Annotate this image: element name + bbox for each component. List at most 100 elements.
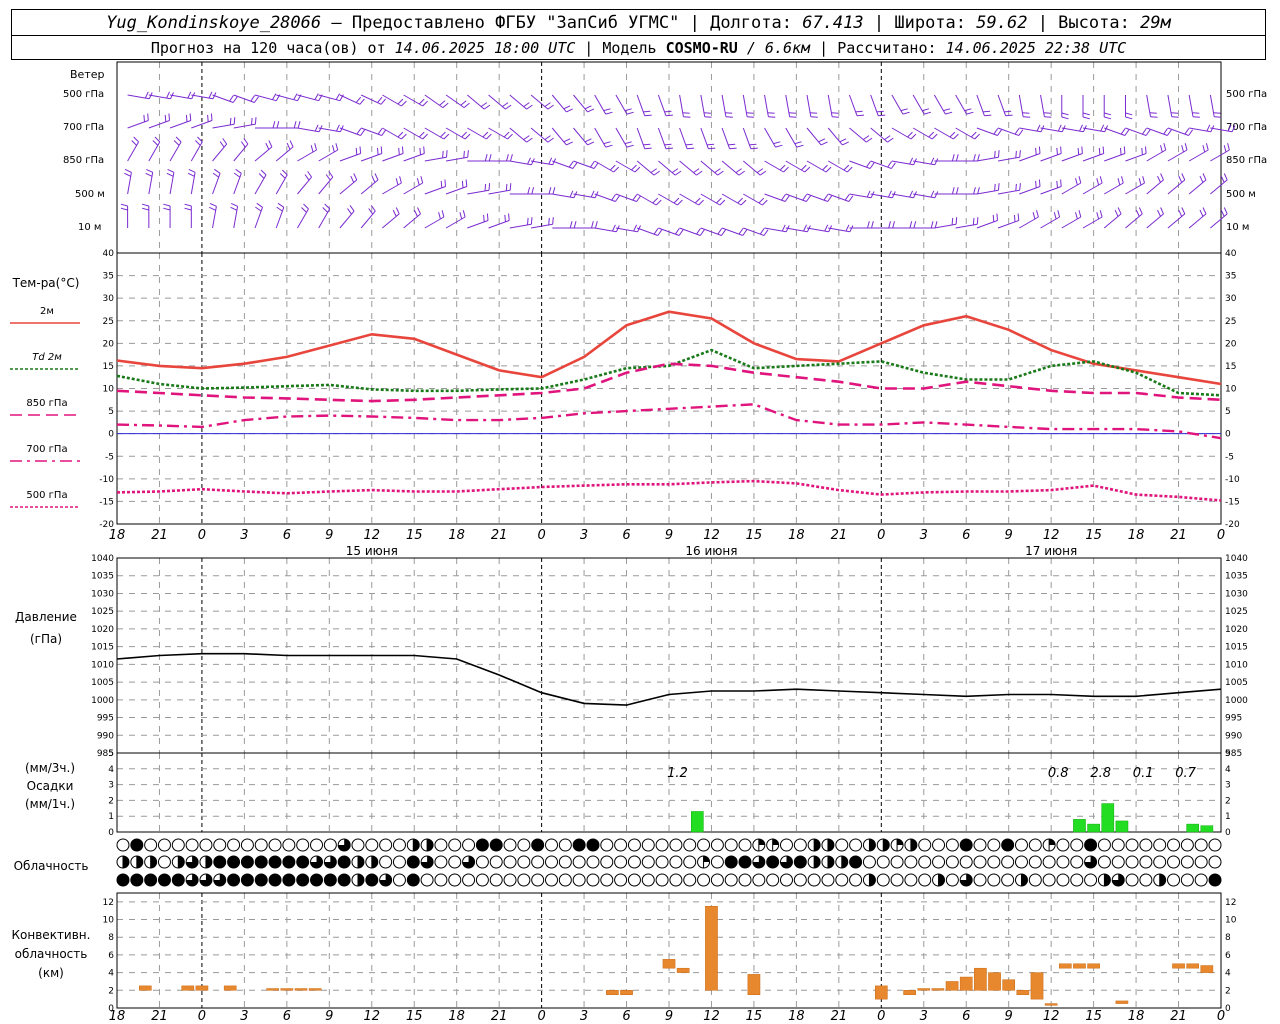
cloud-symbol-fill (794, 856, 807, 868)
wind-barb-staff (1019, 216, 1039, 229)
wind-barb-staff (721, 193, 742, 206)
cloud-symbol (1056, 873, 1070, 887)
wind-barb-feather (1004, 110, 1012, 113)
wind-barb-staff (1061, 216, 1082, 229)
temp-tick-label-right: 20 (1225, 339, 1237, 349)
cloud-symbol-fill (490, 839, 503, 851)
wind-barb-staff (1210, 179, 1228, 195)
wind-barb-feather (1163, 128, 1169, 135)
wind-barb-feather (1056, 147, 1058, 155)
wind-barb-feather (548, 217, 550, 225)
pressure-tick-label-right: 995 (1225, 714, 1242, 724)
wind-barb-feather (265, 142, 270, 150)
cloud-symbol (973, 855, 987, 869)
wind-barb-feather (1157, 175, 1161, 183)
wind-barb-feather (322, 207, 329, 213)
temp-tick-label-right: 30 (1225, 294, 1237, 304)
wind-barb-feather (587, 141, 595, 146)
conv-tick-label-right: 6 (1225, 951, 1231, 961)
wind-barb-feather (1077, 147, 1080, 155)
wind-barb-staff (1146, 213, 1164, 229)
wind-barb-feather (1018, 129, 1024, 136)
cloud-symbol-fill (739, 856, 752, 868)
wind-barb-feather (876, 110, 884, 113)
cloud-symbol-fill (296, 874, 309, 886)
wind-barb-staff (466, 94, 485, 110)
wind-barb-feather (964, 108, 972, 112)
cloud-symbol (945, 873, 959, 887)
wind-barb-staff (1146, 149, 1166, 162)
time-tick-label: 12 (1043, 528, 1060, 543)
convective-bar (988, 972, 1001, 991)
wind-barb-feather (461, 180, 464, 188)
wind-barb-feather (258, 173, 265, 179)
cloud-symbol-fill (869, 874, 876, 886)
cloud-symbol (572, 855, 586, 869)
cloud-symbol (1111, 838, 1125, 852)
wind-barb-feather (1035, 147, 1037, 155)
wind-barb-feather (1141, 128, 1147, 135)
wind-barb-feather (970, 131, 977, 138)
wind-barb-staff (934, 223, 957, 229)
wind-barb-staff (530, 127, 549, 143)
cloud-symbol (904, 873, 918, 887)
wind-barb-staff (488, 94, 506, 110)
wind-barb-feather (977, 187, 980, 195)
wind-barb-feather (951, 187, 955, 195)
cloud-symbol (462, 873, 476, 887)
wind-barb-staff (1103, 213, 1122, 229)
wind-barb-feather (699, 229, 705, 236)
wind-barb-feather (1100, 124, 1105, 132)
wind-barb-feather (804, 166, 811, 173)
wind-barb-feather (758, 197, 765, 204)
wind-barb-feather (665, 114, 673, 117)
cloud-symbol (1070, 873, 1084, 887)
cloud-symbol (849, 873, 863, 887)
time-tick-label: 18 (788, 1009, 805, 1024)
wind-barb-staff (658, 160, 676, 176)
cloud-symbol (462, 838, 476, 852)
cloud-symbol (627, 873, 641, 887)
wind-barb-feather (763, 229, 769, 236)
convective-bar (1030, 972, 1044, 1000)
wind-barb-feather (214, 168, 221, 174)
cloud-symbol (724, 838, 738, 852)
wind-barb-feather (951, 217, 954, 225)
day-label: 16 июня (685, 544, 737, 558)
wind-barb-feather (973, 187, 976, 195)
wind-barb-feather (624, 108, 632, 112)
cloud-symbol-fill (725, 856, 738, 868)
wind-barb-feather (417, 207, 421, 215)
cloud-symbol (531, 855, 545, 869)
wind-barb-feather (634, 166, 641, 173)
temp-tick-label: 0 (108, 430, 114, 440)
cloud-symbol (1180, 855, 1194, 869)
wind-barb-feather (584, 105, 592, 110)
temp-tick-label: 5 (108, 407, 114, 417)
wind-barb-staff (403, 94, 423, 107)
wind-barb-feather (195, 140, 201, 146)
wind-barb-staff (636, 160, 655, 176)
precip-bar (1115, 820, 1129, 833)
cloud-symbol (1042, 873, 1056, 887)
wind-barb-feather (900, 108, 908, 112)
wind-barb-feather (982, 110, 991, 113)
cloud-symbol (710, 873, 724, 887)
cloud-symbol-fill (766, 856, 779, 868)
wind-barb-feather (1220, 175, 1225, 183)
wind-barb-feather (682, 112, 690, 114)
cloud-symbol-fill (1001, 839, 1014, 851)
convective-bar (1058, 963, 1072, 969)
time-tick-label: 15 (406, 528, 423, 543)
time-tick-label: 18 (109, 528, 126, 543)
wind-barb-feather (698, 199, 704, 206)
wind-barb-staff (827, 94, 833, 117)
cloud-symbol-fill (1049, 839, 1056, 845)
cloud-symbol-fill (897, 839, 904, 845)
wind-barb-feather (1160, 207, 1164, 215)
wind-barb-feather (293, 93, 298, 100)
convective-bar (1073, 963, 1086, 969)
pressure-tick-label-right: 990 (1225, 731, 1242, 741)
wind-barb-feather (488, 183, 491, 191)
cloud-symbol-fill (1159, 873, 1166, 886)
